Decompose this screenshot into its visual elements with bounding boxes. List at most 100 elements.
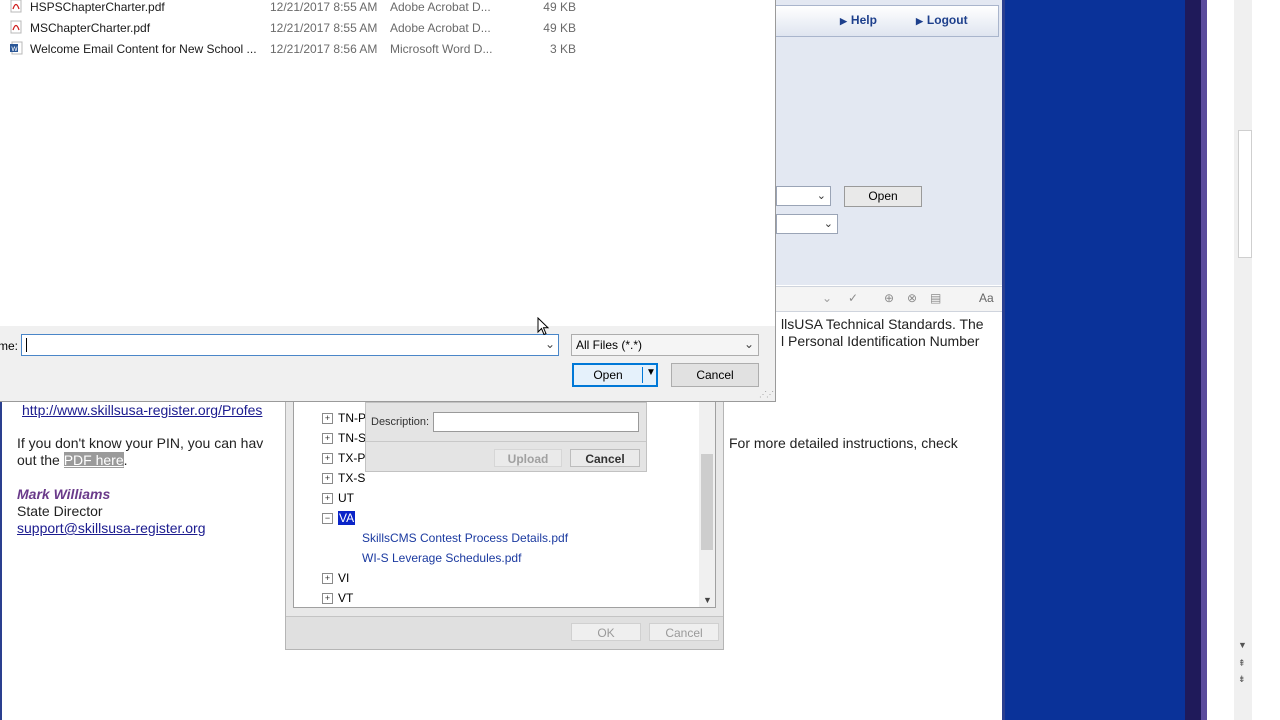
spellcheck-icon[interactable]: ✓	[848, 291, 858, 305]
file-type: Microsoft Word D...	[390, 42, 493, 56]
description-label: Description:	[371, 416, 430, 428]
pdf-link-line: out the PDF here.	[17, 452, 128, 468]
background-select-2[interactable]: ⌄	[776, 214, 838, 234]
file-name: MSChapterCharter.pdf	[30, 21, 151, 35]
word-doc-icon: W	[10, 41, 23, 55]
expand-plus-icon[interactable]: +	[322, 593, 333, 605]
open-button[interactable]: Open ▼	[572, 363, 658, 387]
tree-node-tx-s[interactable]: + TX-S	[322, 469, 365, 487]
link-icon[interactable]: ⊕	[884, 291, 894, 305]
side-strip	[1185, 0, 1201, 720]
side-strip-accent	[1201, 0, 1207, 720]
file-size: 49 KB	[543, 0, 576, 14]
expand-plus-icon[interactable]: +	[322, 473, 333, 485]
page-scrollbar[interactable]: ▼ ⇞ ⇟	[1234, 0, 1252, 720]
page-border-left	[0, 400, 2, 720]
text-style-button[interactable]: Aa	[979, 291, 994, 305]
support-email-link[interactable]: support@skillsusa-register.org	[17, 520, 206, 536]
file-type: Adobe Acrobat D...	[390, 21, 491, 35]
file-list-item[interactable]: W Welcome Email Content for New School .…	[0, 39, 600, 59]
chevron-down-icon: ⌄	[823, 218, 833, 230]
play-arrow-icon: ▶	[840, 16, 847, 26]
dropdown-arrow-icon[interactable]: ▼	[646, 367, 656, 378]
pdf-here-link[interactable]: PDF here	[63, 452, 124, 468]
chevron-down-icon[interactable]: ▼	[703, 595, 712, 605]
tree-node-tn-s[interactable]: + TN-S	[322, 429, 366, 447]
upload-button[interactable]: Upload	[494, 449, 562, 467]
file-size: 49 KB	[543, 21, 576, 35]
help-link[interactable]: ▶ Help	[840, 13, 877, 27]
file-type-select[interactable]: All Files (*.*) ⌄	[571, 334, 759, 356]
pin-instructions-text-end: For more detailed instructions, check	[729, 435, 958, 451]
tree-node-tx-p[interactable]: + TX-P	[322, 449, 365, 467]
ok-button[interactable]: OK	[571, 623, 641, 641]
svg-text:W: W	[11, 45, 18, 53]
side-panel	[1005, 0, 1185, 720]
file-name-label: me:	[0, 339, 19, 353]
file-dialog-footer: me: ⌄ All Files (*.*) ⌄ Open ▼ Cancel ⋰⋰	[0, 326, 775, 401]
body-text-line: llsUSA Technical Standards. The	[781, 316, 984, 332]
resize-grip-icon[interactable]: ⋰⋰	[759, 390, 774, 399]
tree-file-item[interactable]: WI-S Leverage Schedules.pdf	[362, 551, 521, 565]
file-list-item[interactable]: MSChapterCharter.pdf 12/21/2017 8:55 AM …	[0, 18, 600, 38]
file-date: 12/21/2017 8:55 AM	[270, 0, 378, 14]
collapse-minus-icon[interactable]: −	[322, 513, 333, 525]
tree-node-tn-p[interactable]: + TN-P	[322, 409, 366, 427]
description-input[interactable]	[433, 412, 639, 432]
editor-toolbar: ⌄ ✓ ⊕ ⊗ ▤ Aa	[776, 286, 1002, 312]
file-list: HSPSChapterCharter.pdf 12/21/2017 8:55 A…	[0, 0, 775, 326]
file-date: 12/21/2017 8:56 AM	[270, 42, 378, 56]
background-select-1[interactable]: ⌄	[776, 186, 831, 206]
tree-node-va[interactable]: − VA	[322, 509, 356, 527]
tree-node-ut[interactable]: + UT	[322, 489, 354, 507]
chevron-down-icon[interactable]: ⌄	[545, 337, 555, 351]
tree-cancel-button[interactable]: Cancel	[649, 623, 719, 641]
signature-name: Mark Williams	[17, 486, 111, 502]
file-name: Welcome Email Content for New School ...	[30, 42, 257, 56]
chevron-down-icon: ⌄	[743, 337, 754, 351]
scroll-down-double-icon[interactable]: ⇟	[1238, 674, 1246, 685]
pdf-icon	[10, 20, 22, 34]
unlink-icon[interactable]: ⊗	[907, 291, 917, 305]
top-nav-bar: ▶ Help ▶ Logout	[776, 5, 999, 37]
tree-file-item[interactable]: SkillsCMS Contest Process Details.pdf	[362, 531, 568, 545]
dropdown-chevron-icon[interactable]: ⌄	[822, 291, 832, 305]
tree-scrollbar[interactable]: ▼	[699, 398, 715, 607]
split-divider	[642, 367, 643, 383]
divider	[366, 441, 646, 442]
expand-plus-icon[interactable]: +	[322, 433, 333, 445]
scroll-down-arrow-icon[interactable]: ▼	[1238, 640, 1247, 650]
file-name-input[interactable]: ⌄	[21, 334, 559, 356]
scroll-up-double-icon[interactable]: ⇞	[1238, 658, 1246, 669]
file-list-item[interactable]: HSPSChapterCharter.pdf 12/21/2017 8:55 A…	[0, 0, 600, 17]
tree-node-vt[interactable]: + VT	[322, 589, 353, 607]
body-text-line: l Personal Identification Number	[781, 333, 980, 349]
print-icon[interactable]: ▤	[930, 291, 941, 305]
play-arrow-icon: ▶	[916, 16, 923, 26]
pdf-icon	[10, 0, 22, 13]
file-open-dialog: HSPSChapterCharter.pdf 12/21/2017 8:55 A…	[0, 0, 776, 402]
scrollbar-thumb[interactable]	[1238, 130, 1252, 258]
expand-plus-icon[interactable]: +	[322, 493, 333, 505]
mouse-cursor-icon	[537, 317, 550, 336]
file-size: 3 KB	[549, 42, 576, 56]
profile-url-link[interactable]: http://www.skillsusa-register.org/Profes	[22, 402, 262, 418]
expand-plus-icon[interactable]: +	[322, 573, 333, 585]
background-open-button[interactable]: Open	[844, 186, 922, 207]
tree-dialog-button-bar: OK Cancel	[286, 616, 723, 649]
file-type: Adobe Acrobat D...	[390, 0, 491, 14]
upload-panel: Description: Upload Cancel	[365, 402, 647, 472]
header-panel	[776, 0, 1002, 285]
text-caret	[26, 338, 27, 352]
expand-plus-icon[interactable]: +	[322, 413, 333, 425]
chevron-down-icon: ⌄	[816, 190, 826, 202]
expand-plus-icon[interactable]: +	[322, 453, 333, 465]
file-name: HSPSChapterCharter.pdf	[30, 0, 165, 14]
upload-cancel-button[interactable]: Cancel	[570, 449, 640, 467]
logout-link[interactable]: ▶ Logout	[916, 13, 968, 27]
tree-scrollbar-thumb[interactable]	[701, 454, 713, 550]
cancel-button[interactable]: Cancel	[671, 363, 759, 387]
signature-title: State Director	[17, 503, 103, 519]
file-date: 12/21/2017 8:55 AM	[270, 21, 378, 35]
tree-node-vi[interactable]: + VI	[322, 569, 349, 587]
